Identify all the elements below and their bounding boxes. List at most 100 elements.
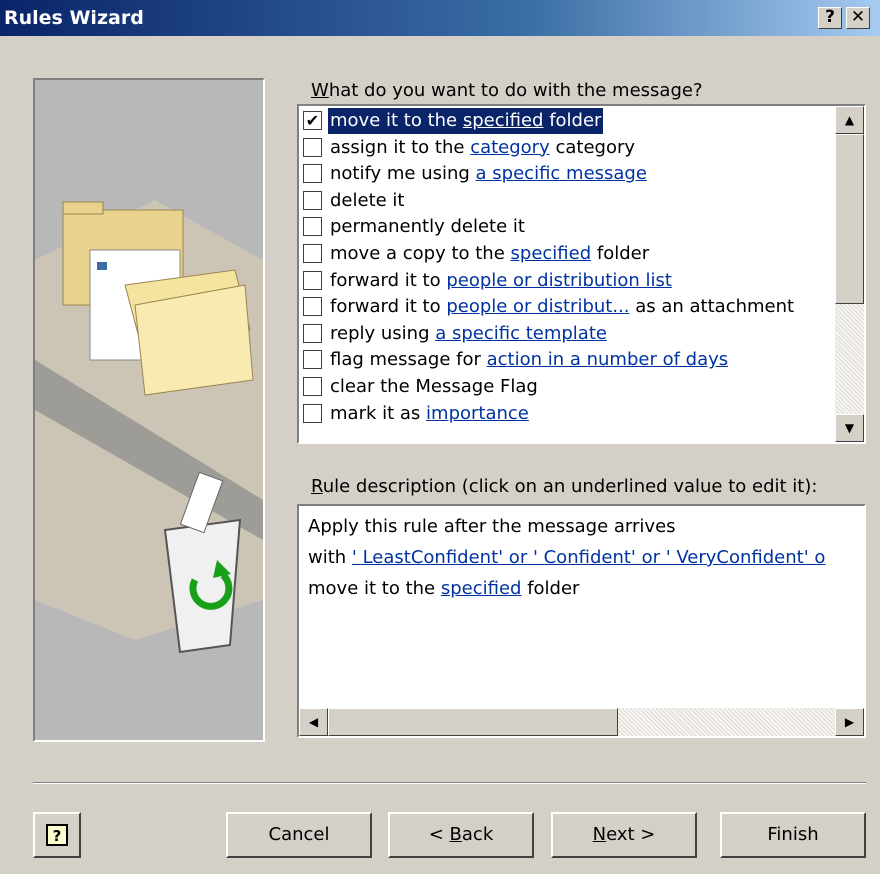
action-checkbox[interactable] [303, 217, 322, 237]
action-text: assign it to the [330, 136, 471, 158]
next-label-mnemonic: N [592, 824, 607, 845]
action-value-link[interactable]: specified [463, 110, 544, 131]
action-value-link[interactable]: a specific template [435, 323, 607, 344]
rule-description-box[interactable]: Apply this rule after the message arrive… [297, 504, 866, 738]
vertical-scroll-thumb[interactable] [835, 134, 864, 304]
description-line: with ' LeastConfident' or ' Confident' o… [308, 547, 825, 568]
action-label: reply using a specific template [328, 321, 609, 347]
scroll-up-icon[interactable]: ▲ [835, 106, 864, 134]
action-list-item[interactable]: forward it to people or distribution lis… [299, 268, 836, 295]
mnemonic: W [311, 80, 329, 101]
horizontal-scroll-thumb[interactable] [328, 708, 618, 736]
action-value-link[interactable]: category [470, 137, 550, 158]
action-text: delete it [330, 189, 405, 211]
finish-button[interactable]: Finish [720, 812, 866, 858]
next-button[interactable]: Next > [551, 812, 697, 858]
action-value-link[interactable]: action in a number of days [487, 349, 729, 370]
vertical-scrollbar[interactable]: ▲ ▼ [835, 106, 864, 442]
actions-listbox[interactable]: ✔ move it to the specified folder assign i… [297, 104, 866, 444]
help-title-button[interactable]: ? [818, 7, 842, 29]
action-label: forward it to people or distribution lis… [328, 268, 674, 294]
separator-line [33, 782, 866, 784]
back-label-suffix: ack [461, 824, 494, 845]
horizontal-scrollbar[interactable]: ◀ ▶ [299, 708, 864, 736]
action-label: clear the Message Flag [328, 374, 540, 400]
action-checkbox[interactable] [303, 270, 322, 290]
action-checkbox[interactable] [303, 403, 322, 423]
action-label: permanently delete it [328, 214, 527, 240]
back-button[interactable]: < Back [388, 812, 534, 858]
actions-list-rows: ✔ move it to the specified folder assign i… [299, 108, 836, 427]
action-text: clear the Message Flag [330, 375, 538, 397]
action-list-item[interactable]: forward it to people or distribut... as … [299, 294, 836, 321]
window-title: Rules Wizard [4, 7, 144, 29]
folders-and-recycle-bin-illustration [35, 80, 263, 740]
action-checkbox[interactable] [303, 376, 322, 396]
scroll-right-icon[interactable]: ▶ [835, 708, 864, 736]
action-label: mark it as importance [328, 401, 531, 427]
action-text: folder [543, 110, 602, 131]
action-list-item[interactable]: mark it as importance [299, 401, 836, 428]
action-value-link[interactable]: importance [426, 403, 529, 424]
action-text: move it to the [330, 110, 463, 131]
action-text: folder [591, 242, 650, 264]
actions-prompt-label: What do you want to do with the message? [311, 80, 703, 101]
action-list-item[interactable]: flag message for action in a number of d… [299, 347, 836, 374]
action-value-link[interactable]: people or distribut... [446, 296, 629, 317]
action-checkbox[interactable] [303, 323, 322, 343]
back-label-prefix: < [428, 824, 450, 845]
action-checkbox[interactable] [303, 137, 322, 157]
action-text: flag message for [330, 349, 487, 371]
description-text: with [308, 547, 352, 568]
scroll-left-icon[interactable]: ◀ [299, 708, 328, 736]
action-value-link[interactable]: specified [511, 243, 592, 264]
action-list-item[interactable]: permanently delete it [299, 214, 836, 241]
scroll-down-icon[interactable]: ▼ [835, 414, 864, 442]
action-label: delete it [328, 188, 407, 214]
action-text: notify me using [330, 163, 476, 185]
back-label-mnemonic: B [449, 824, 462, 845]
action-list-item[interactable]: move a copy to the specified folder [299, 241, 836, 268]
description-line: move it to the specified folder [308, 578, 579, 599]
help-icon: ? [46, 824, 68, 846]
description-line: Apply this rule after the message arrive… [308, 516, 676, 537]
description-text: move it to the [308, 578, 441, 599]
cancel-button[interactable]: Cancel [226, 812, 372, 858]
action-label: assign it to the category category [328, 135, 637, 161]
action-text: move a copy to the [330, 242, 511, 264]
action-checkbox[interactable]: ✔ [303, 111, 322, 130]
action-label: move a copy to the specified folder [328, 241, 651, 267]
action-text: mark it as [330, 402, 427, 424]
action-list-item[interactable]: assign it to the category category [299, 135, 836, 162]
wizard-illustration [33, 78, 265, 742]
action-value-link[interactable]: a specific message [476, 163, 647, 184]
action-list-item[interactable]: delete it [299, 188, 836, 215]
action-text: reply using [330, 322, 436, 344]
action-list-item[interactable]: reply using a specific template [299, 321, 836, 348]
mnemonic: R [311, 476, 323, 497]
action-text: permanently delete it [330, 216, 525, 238]
office-assistant-button[interactable]: ? [33, 812, 81, 858]
action-value-link[interactable]: people or distribution list [446, 270, 672, 291]
action-text: as an attachment [629, 296, 795, 318]
action-checkbox[interactable] [303, 297, 322, 317]
action-checkbox[interactable] [303, 190, 322, 210]
confidence-value-link[interactable]: ' LeastConfident' or ' Confident' or ' V… [352, 547, 825, 568]
next-label-suffix: ext > [606, 824, 656, 845]
title-bar: Rules Wizard ? ✕ [0, 0, 880, 36]
action-label: forward it to people or distribut... as … [328, 294, 796, 320]
action-text: forward it to [330, 296, 447, 318]
close-button[interactable]: ✕ [846, 7, 870, 29]
action-list-item[interactable]: ✔ move it to the specified folder [299, 108, 836, 135]
action-list-item[interactable]: clear the Message Flag [299, 374, 836, 401]
action-checkbox[interactable] [303, 243, 322, 263]
specified-folder-link[interactable]: specified [441, 578, 522, 599]
action-text: forward it to [330, 269, 447, 291]
action-label: flag message for action in a number of d… [328, 347, 730, 373]
action-checkbox[interactable] [303, 164, 322, 184]
prompt-text: ule description (click on an underlined … [322, 476, 818, 497]
action-label: notify me using a specific message [328, 161, 649, 187]
action-checkbox[interactable] [303, 350, 322, 370]
prompt-text: hat do you want to do with the message? [328, 80, 703, 101]
action-list-item[interactable]: notify me using a specific message [299, 161, 836, 188]
